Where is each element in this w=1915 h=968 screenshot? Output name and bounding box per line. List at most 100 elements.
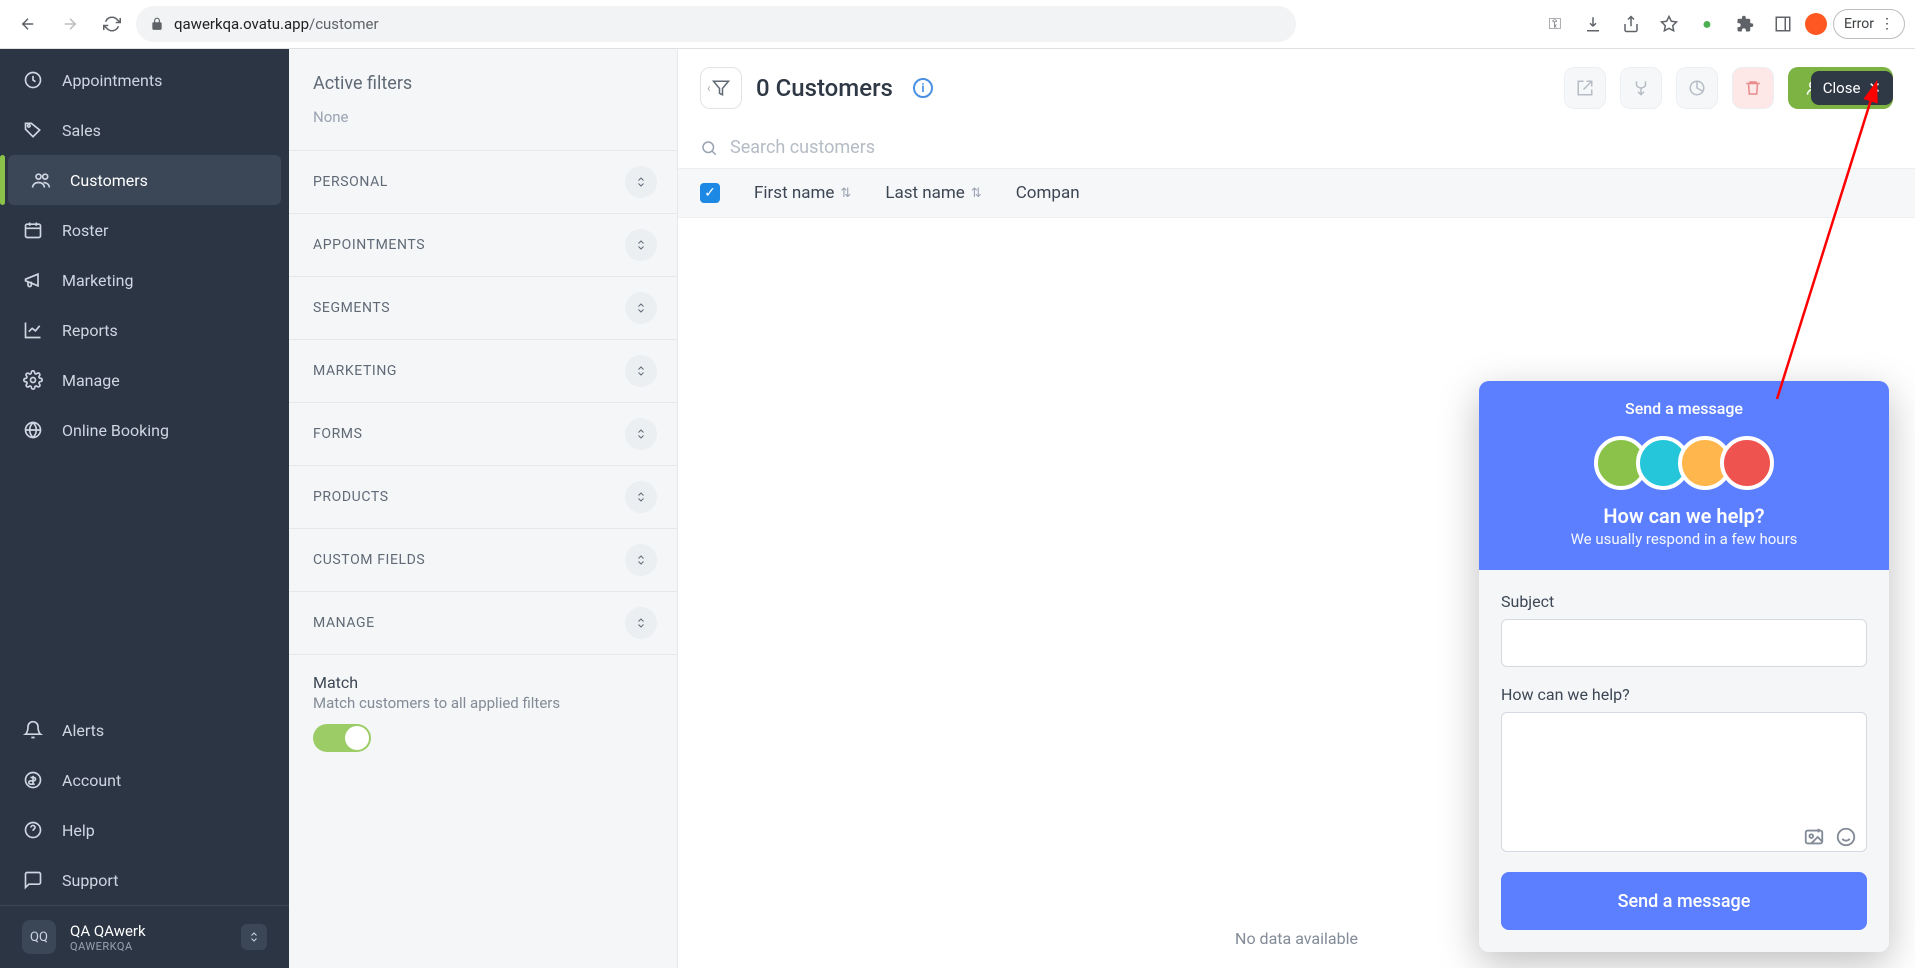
sidebar-item-label: Marketing xyxy=(62,271,133,290)
image-upload-icon[interactable] xyxy=(1803,826,1825,848)
close-button[interactable]: Close ✕ xyxy=(1811,71,1893,105)
sidebar-user[interactable]: QQ QA QAwerk QAWERKQA xyxy=(0,905,289,968)
expand-icon[interactable] xyxy=(625,481,657,513)
search-input[interactable] xyxy=(730,137,1893,158)
sort-icon: ⇅ xyxy=(971,186,982,201)
column-first-name[interactable]: First name⇅ xyxy=(754,183,851,203)
sidebar-item-label: Online Booking xyxy=(62,421,169,440)
forward-button[interactable] xyxy=(52,6,88,42)
coin-icon xyxy=(22,769,44,791)
select-all-checkbox[interactable]: ✓ xyxy=(700,183,720,203)
users-icon xyxy=(30,169,52,191)
filter-section-label: PERSONAL xyxy=(313,174,388,190)
sidebar-item-support[interactable]: Support xyxy=(0,855,289,905)
back-button[interactable] xyxy=(10,6,46,42)
chat-how-title: How can we help? xyxy=(1499,504,1869,528)
error-indicator[interactable]: Error⋮ xyxy=(1833,9,1905,39)
filter-collapse-button[interactable]: ‹ xyxy=(700,67,742,109)
expand-icon[interactable] xyxy=(625,229,657,261)
body-label: How can we help? xyxy=(1501,685,1867,704)
filter-section-label: APPOINTMENTS xyxy=(313,237,425,253)
user-avatar: QQ xyxy=(22,920,56,954)
filter-section-products[interactable]: PRODUCTS xyxy=(289,465,677,528)
delete-button[interactable] xyxy=(1732,67,1774,109)
sidebar-item-label: Roster xyxy=(62,221,108,240)
sidebar-item-help[interactable]: Help xyxy=(0,805,289,855)
filter-section-custom-fields[interactable]: CUSTOM FIELDS xyxy=(289,528,677,591)
sidebar-item-label: Account xyxy=(62,771,121,790)
sidebar-item-appointments[interactable]: Appointments xyxy=(0,55,289,105)
page-title: 0 Customers xyxy=(756,74,893,102)
sidebar-item-label: Customers xyxy=(70,171,148,190)
sidebar-item-label: Sales xyxy=(62,121,101,140)
expand-icon[interactable] xyxy=(625,544,657,576)
user-sub: QAWERKQA xyxy=(70,940,146,953)
sidebar-item-sales[interactable]: Sales xyxy=(0,105,289,155)
info-icon[interactable]: i xyxy=(913,78,933,98)
install-icon[interactable] xyxy=(1577,8,1609,40)
sidebar-item-label: Reports xyxy=(62,321,118,340)
expand-icon[interactable] xyxy=(625,355,657,387)
panel-icon[interactable] xyxy=(1767,8,1799,40)
column-last-name[interactable]: Last name⇅ xyxy=(885,183,981,203)
filter-section-appointments[interactable]: APPOINTMENTS xyxy=(289,213,677,276)
bookmark-icon[interactable] xyxy=(1653,8,1685,40)
filters-panel: Active filters None PERSONALAPPOINTMENTS… xyxy=(289,49,678,968)
globe-icon xyxy=(22,419,44,441)
filter-section-label: CUSTOM FIELDS xyxy=(313,552,425,568)
sidebar-item-manage[interactable]: Manage xyxy=(0,355,289,405)
key-icon[interactable]: ⚿ xyxy=(1539,8,1571,40)
filter-section-forms[interactable]: FORMS xyxy=(289,402,677,465)
address-bar[interactable]: qawerkqa.ovatu.app/customer xyxy=(136,6,1296,42)
sidebar-item-reports[interactable]: Reports xyxy=(0,305,289,355)
match-toggle[interactable] xyxy=(313,724,371,752)
filter-icon xyxy=(712,79,730,97)
segment-button[interactable] xyxy=(1676,67,1718,109)
sidebar-item-alerts[interactable]: Alerts xyxy=(0,705,289,755)
sidebar-item-marketing[interactable]: Marketing xyxy=(0,255,289,305)
search-icon xyxy=(700,139,718,157)
profile-avatar[interactable] xyxy=(1805,13,1827,35)
sidebar-item-online-booking[interactable]: Online Booking xyxy=(0,405,289,455)
user-expand-icon[interactable] xyxy=(241,924,267,950)
match-title: Match xyxy=(313,673,653,692)
chart-icon xyxy=(22,319,44,341)
reload-button[interactable] xyxy=(94,6,130,42)
calendar-icon xyxy=(22,219,44,241)
camera-icon[interactable]: ● xyxy=(1691,8,1723,40)
filter-section-marketing[interactable]: MARKETING xyxy=(289,339,677,402)
expand-icon[interactable] xyxy=(625,607,657,639)
sidebar-item-account[interactable]: Account xyxy=(0,755,289,805)
expand-icon[interactable] xyxy=(625,292,657,324)
send-message-button[interactable]: Send a message xyxy=(1501,872,1867,930)
sidebar-item-label: Manage xyxy=(62,371,120,390)
column-company[interactable]: Compan xyxy=(1016,183,1080,203)
tag-icon xyxy=(22,119,44,141)
chat-avatars xyxy=(1499,436,1869,490)
share-icon[interactable] xyxy=(1615,8,1647,40)
sort-icon: ⇅ xyxy=(840,186,851,201)
chat-header-title: Send a message xyxy=(1499,399,1869,418)
expand-icon[interactable] xyxy=(625,418,657,450)
emoji-icon[interactable] xyxy=(1835,826,1857,848)
filter-section-personal[interactable]: PERSONAL xyxy=(289,150,677,213)
sidebar-item-roster[interactable]: Roster xyxy=(0,205,289,255)
subject-input[interactable] xyxy=(1501,619,1867,667)
filter-section-manage[interactable]: MANAGE xyxy=(289,591,677,654)
expand-icon[interactable] xyxy=(625,166,657,198)
filter-section-segments[interactable]: SEGMENTS xyxy=(289,276,677,339)
sidebar: Appointments Sales Customers Roster Marketin… xyxy=(0,49,289,968)
filter-section-label: MANAGE xyxy=(313,615,375,631)
chat-widget: Send a message How can we help? We usual… xyxy=(1479,381,1889,952)
gear-icon xyxy=(22,369,44,391)
search-row xyxy=(678,127,1915,169)
chat-icon xyxy=(22,869,44,891)
subject-label: Subject xyxy=(1501,592,1867,611)
toolbar: ‹ 0 Customers i New c xyxy=(678,49,1915,127)
export-button[interactable] xyxy=(1564,67,1606,109)
help-icon xyxy=(22,819,44,841)
user-name: QA QAwerk xyxy=(70,922,146,940)
extensions-icon[interactable] xyxy=(1729,8,1761,40)
merge-button[interactable] xyxy=(1620,67,1662,109)
sidebar-item-customers[interactable]: Customers xyxy=(8,155,281,205)
